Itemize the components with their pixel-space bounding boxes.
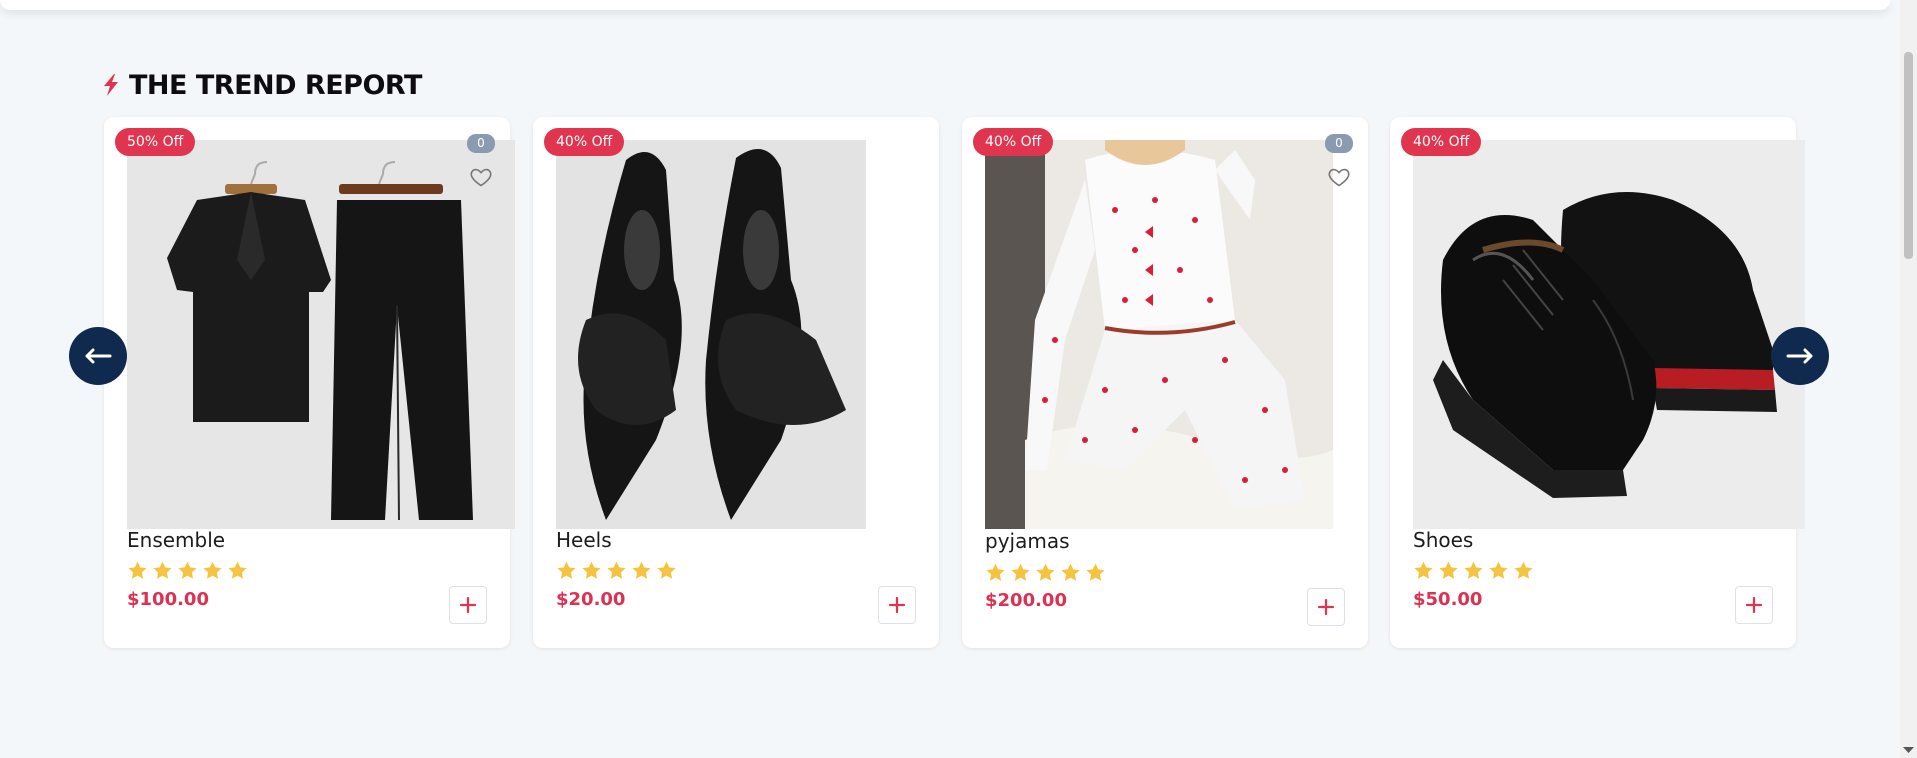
product-card[interactable]: 40% Off Heels $20.00 [533,117,939,648]
star-rating [1413,560,1534,581]
scrollbar-thumb[interactable] [1904,52,1913,259]
star-icon [177,560,198,581]
section-header: THE TREND REPORT [103,68,422,102]
product-price: $200.00 [985,590,1067,611]
star-icon [227,560,248,581]
product-image[interactable] [985,140,1333,529]
add-to-cart-button[interactable] [878,586,916,624]
star-icon [1060,562,1081,583]
plus-icon [458,595,478,615]
product-image[interactable] [556,140,866,529]
plus-icon [1744,595,1764,615]
star-icon [202,560,223,581]
star-icon [1010,562,1031,583]
scroll-down-arrow-icon[interactable] [1902,745,1915,755]
star-icon [656,560,677,581]
star-icon [606,560,627,581]
discount-badge: 40% Off [1401,128,1482,156]
product-name[interactable]: pyjamas [985,529,1070,553]
product-image[interactable] [127,140,515,529]
plus-icon [1316,597,1336,617]
star-icon [1085,562,1106,583]
product-name[interactable]: Heels [556,528,612,552]
star-icon [631,560,652,581]
carousel-prev-button[interactable] [69,327,127,385]
lightning-bolt-icon [104,74,118,96]
star-rating [127,560,248,581]
heart-icon[interactable] [1326,165,1352,189]
star-rating [556,560,677,581]
star-icon [1463,560,1484,581]
add-to-cart-button[interactable] [1735,586,1773,624]
star-icon [1488,560,1509,581]
star-icon [1438,560,1459,581]
product-price: $100.00 [127,589,209,610]
product-card[interactable]: 40% Off 0 pyjamas $200.00 [962,117,1368,648]
section-title: THE TREND REPORT [129,69,422,101]
arrow-left-icon [85,348,112,364]
star-icon [152,560,173,581]
header-bar [0,0,1890,10]
star-icon [556,560,577,581]
add-to-cart-button[interactable] [1307,588,1345,626]
discount-badge: 50% Off [115,128,196,156]
product-name[interactable]: Shoes [1413,528,1473,552]
star-icon [1413,560,1434,581]
star-icon [581,560,602,581]
discount-badge: 40% Off [544,128,625,156]
product-card[interactable]: 50% Off 0 Ensemble $100.00 [104,117,515,648]
wishlist-count: 0 [1325,134,1353,153]
arrow-right-icon [1786,348,1813,364]
star-rating [985,562,1106,583]
star-icon [985,562,1006,583]
carousel-next-button[interactable] [1771,327,1829,385]
product-image[interactable] [1413,140,1805,529]
product-card[interactable]: 40% Off Shoes $50.00 [1390,117,1805,648]
product-price: $20.00 [556,589,626,610]
star-icon [1035,562,1056,583]
add-to-cart-button[interactable] [449,586,487,624]
product-name[interactable]: Ensemble [127,528,225,552]
discount-badge: 40% Off [973,128,1054,156]
star-icon [127,560,148,581]
wishlist-count: 0 [467,134,495,153]
heart-icon[interactable] [468,165,494,189]
plus-icon [887,595,907,615]
product-price: $50.00 [1413,589,1483,610]
star-icon [1513,560,1534,581]
